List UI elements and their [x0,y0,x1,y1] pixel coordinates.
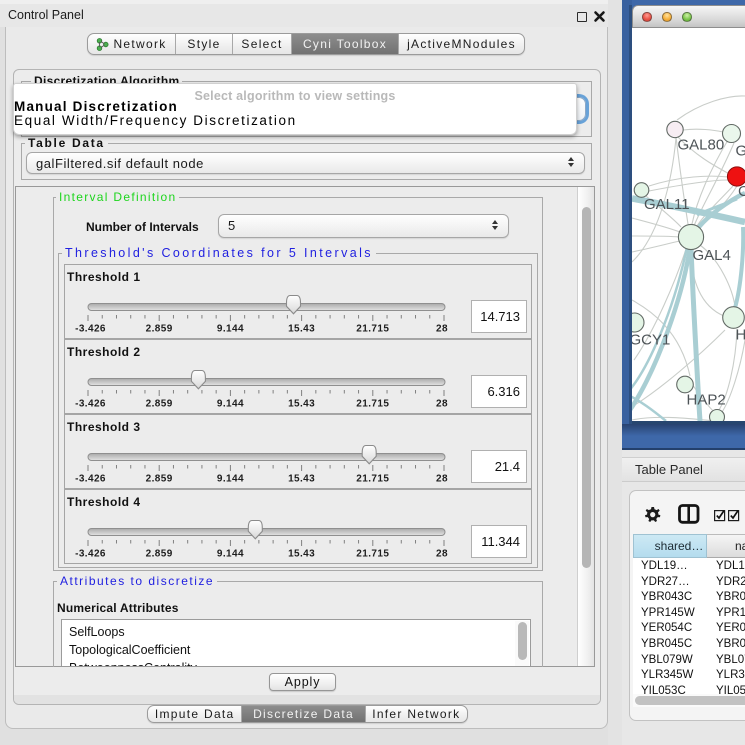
svg-text:28: 28 [436,399,448,410]
svg-text:GA: GA [736,143,745,160]
svg-text:-3.426: -3.426 [75,549,106,560]
svg-text:21.715: 21.715 [356,549,389,560]
svg-text:2.859: 2.859 [146,324,173,335]
svg-text:-3.426: -3.426 [75,474,106,485]
svg-text:21.715: 21.715 [356,399,389,410]
svg-text:28: 28 [436,474,448,485]
svg-text:21.715: 21.715 [356,474,389,485]
svg-text:9.144: 9.144 [217,474,244,485]
svg-text:GAL11: GAL11 [644,196,690,213]
svg-text:GCY1: GCY1 [632,332,670,349]
svg-text:-3.426: -3.426 [75,399,106,410]
svg-text:CY: CY [738,183,745,200]
svg-text:15.43: 15.43 [288,399,315,410]
svg-text:9.144: 9.144 [217,324,244,335]
svg-text:9.144: 9.144 [217,549,244,560]
svg-text:GAL80: GAL80 [678,137,725,154]
svg-text:9.144: 9.144 [217,399,244,410]
svg-text:28: 28 [436,549,448,560]
svg-text:28: 28 [436,324,448,335]
svg-text:2.859: 2.859 [146,474,173,485]
svg-text:2.859: 2.859 [146,399,173,410]
svg-text:2.859: 2.859 [146,549,173,560]
svg-text:HA: HA [736,327,745,344]
svg-text:GAL4: GAL4 [693,247,731,264]
svg-text:15.43: 15.43 [288,474,315,485]
svg-text:-3.426: -3.426 [75,324,106,335]
svg-text:15.43: 15.43 [288,324,315,335]
svg-text:15.43: 15.43 [288,549,315,560]
svg-text:HAP2: HAP2 [687,392,726,409]
svg-text:21.715: 21.715 [356,324,389,335]
